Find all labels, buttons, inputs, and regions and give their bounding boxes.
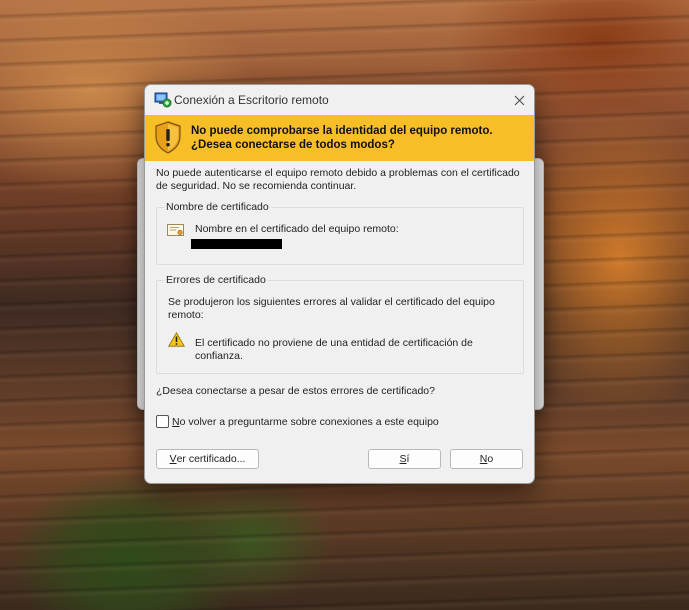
- view-certificate-label: er certificado...: [176, 453, 246, 465]
- dont-ask-again-option[interactable]: No volver a preguntarme sobre conexiones…: [156, 415, 439, 428]
- no-mnemonic: N: [479, 453, 488, 465]
- warning-triangle-icon: [168, 332, 185, 347]
- certificate-name-redacted: [191, 239, 282, 249]
- certificate-error-item: El certificado no proviene de una entida…: [195, 337, 473, 362]
- banner-line-2: ¿Desea conectarse de todos modos?: [191, 138, 395, 151]
- dialog-content: No puede autenticarse el equipo remoto d…: [145, 161, 534, 483]
- close-icon: [514, 95, 524, 105]
- intro-text: No puede autenticarse el equipo remoto d…: [156, 167, 520, 192]
- view-certificate-mnemonic: V: [169, 453, 177, 465]
- dont-ask-again-checkbox[interactable]: [156, 415, 169, 428]
- no-button[interactable]: No: [450, 449, 523, 469]
- banner-message: No puede comprobarse la identidad del eq…: [191, 125, 493, 152]
- certificate-name-group: Nombre de certificado Nombre en el certi…: [156, 201, 524, 265]
- certificate-errors-legend: Errores de certificado: [164, 274, 268, 286]
- connect-question: ¿Desea conectarse a pesar de estos error…: [156, 385, 435, 397]
- warning-banner: No puede comprobarse la identidad del eq…: [145, 115, 534, 161]
- banner-line-1: No puede comprobarse la identidad del eq…: [191, 125, 493, 137]
- close-button[interactable]: [504, 85, 534, 115]
- yes-button[interactable]: Sí: [368, 449, 441, 469]
- certificate-errors-group: Errores de certificado Se produjeron los…: [156, 274, 524, 374]
- remote-desktop-icon: [154, 92, 172, 108]
- dont-ask-again-label[interactable]: No volver a preguntarme sobre conexiones…: [172, 416, 439, 428]
- dont-ask-again-mnemonic: N: [172, 415, 180, 428]
- certificate-name-legend: Nombre de certificado: [164, 201, 271, 213]
- window-title: Conexión a Escritorio remoto: [174, 93, 329, 107]
- certificate-name-label: Nombre en el certificado del equipo remo…: [195, 223, 399, 235]
- rdp-certificate-dialog: Conexión a Escritorio remoto No puede co…: [144, 84, 535, 484]
- no-label: o: [487, 453, 494, 465]
- view-certificate-button[interactable]: Ver certificado...: [156, 449, 259, 469]
- certificate-icon: [167, 224, 184, 236]
- title-bar[interactable]: Conexión a Escritorio remoto: [145, 85, 534, 115]
- warning-shield-icon: [155, 121, 181, 154]
- yes-label: í: [406, 453, 410, 465]
- yes-mnemonic: S: [399, 453, 407, 465]
- dont-ask-again-label-text: o volver a preguntarme sobre conexiones …: [179, 415, 439, 428]
- certificate-errors-intro: Se produjeron los siguientes errores al …: [168, 296, 495, 321]
